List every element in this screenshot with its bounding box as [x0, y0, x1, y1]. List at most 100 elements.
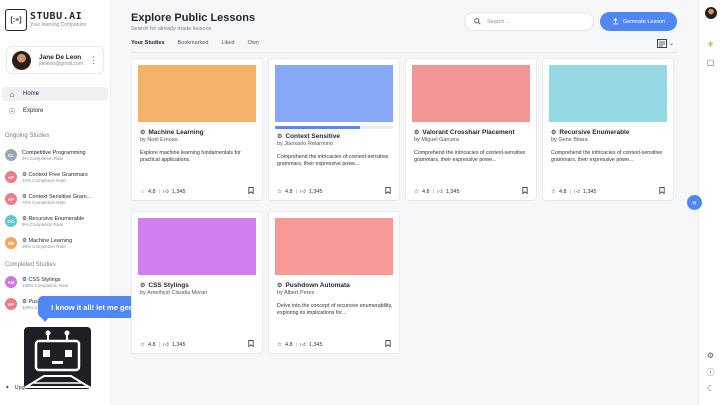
- chevron-down-icon: ⌄: [669, 41, 675, 47]
- lesson-card[interactable]: ⚙ Recursive Enumerable by Gene Bitara Compr…: [542, 58, 674, 201]
- lesson-card[interactable]: ⚙ Valorant Crosshair Placement by Miguel G…: [405, 58, 537, 201]
- lesson-card[interactable]: ⚙ Context Sensitive by Jianxario Relarmino…: [268, 58, 400, 201]
- certificate-icon[interactable]: ▢: [704, 56, 717, 69]
- generate-lesson-button[interactable]: Generate Lesson: [600, 12, 677, 31]
- thumbs-up-icon[interactable]: 👍︎: [437, 189, 443, 195]
- lesson-stats: ☆ 4.8 | 👍︎ 1,345: [277, 342, 323, 348]
- robot-assistant-icon[interactable]: [24, 327, 91, 389]
- gear-icon: ⚙: [277, 283, 283, 289]
- help-icon[interactable]: ⓘ: [704, 366, 717, 379]
- star-icon[interactable]: ☆: [277, 189, 282, 195]
- star-icon[interactable]: ☆: [140, 189, 145, 195]
- study-title: ⚙ Context Sensitive Gram...: [22, 193, 92, 200]
- lesson-author: by Noel Ernoas: [140, 137, 178, 143]
- star-icon[interactable]: ☆: [551, 189, 556, 195]
- nav-label-home: Home: [23, 91, 40, 97]
- more-options-icon[interactable]: ⋮: [89, 55, 98, 65]
- gear-icon: ⚙: [414, 130, 420, 136]
- lesson-rating: 4.8: [284, 342, 293, 348]
- lesson-title: Valorant Crosshair Placement: [422, 129, 515, 136]
- lesson-stats: ☆ 4.8 | 👍︎ 1,345: [277, 189, 323, 195]
- bookmark-icon[interactable]: [385, 340, 391, 349]
- tab-own[interactable]: Own: [248, 40, 259, 51]
- study-initials-badge: AP: [5, 193, 17, 205]
- study-title: ⚙ Context Free Grammars: [22, 171, 88, 178]
- lesson-cover: [138, 65, 256, 122]
- profile-mini-icon[interactable]: [704, 6, 717, 19]
- nav-item-home[interactable]: ⌂ Home: [2, 87, 108, 101]
- sparkle-icon: ✦: [5, 385, 10, 391]
- completed-study-item[interactable]: AM ⚙ CSS Stylings 100% Completion Rate: [5, 272, 109, 292]
- thumbs-up-icon[interactable]: 👍︎: [574, 189, 580, 195]
- stat-separator: |: [158, 189, 161, 195]
- lesson-title-row: ⚙ Context Sensitive: [277, 133, 340, 140]
- nav-item-explore[interactable]: ☉ Explore: [2, 104, 108, 118]
- settings-icon[interactable]: ⚙: [704, 349, 717, 362]
- gear-icon: ⚙: [140, 130, 146, 136]
- lesson-stats: ☆ 4.8 | 👍︎ 1,345: [551, 189, 597, 195]
- ongoing-study-item[interactable]: NE ⚙ Machine Learning 35% Completion Rate: [5, 233, 109, 253]
- stat-separator: |: [432, 189, 435, 195]
- study-initials-badge: NE: [5, 237, 17, 249]
- lesson-cover: [549, 65, 667, 122]
- bookmark-icon[interactable]: [522, 187, 528, 196]
- lesson-card[interactable]: ⚙ CSS Stylings by Amethyst Claudia Moran ☆ 4…: [131, 211, 263, 354]
- ongoing-study-item[interactable]: AP ⚙ Context Sensitive Gram... 70% Complet…: [5, 189, 109, 209]
- compass-icon: ☉: [8, 106, 16, 116]
- lesson-title-row: ⚙ Pushdown Automata: [277, 282, 350, 289]
- thumbs-up-icon[interactable]: 👍︎: [300, 342, 306, 348]
- stat-separator: |: [295, 189, 298, 195]
- list-view-icon: [657, 39, 667, 48]
- bookmark-icon[interactable]: [248, 187, 254, 196]
- bookmark-icon[interactable]: [248, 340, 254, 349]
- lesson-rating: 4.8: [147, 342, 156, 348]
- gear-icon: ⚙: [140, 283, 146, 289]
- thumbs-up-icon[interactable]: 👍︎: [163, 342, 169, 348]
- page-subtitle: Search for already made lessons: [131, 26, 212, 32]
- ongoing-study-item[interactable]: AP ⚙ Context Free Grammars 40% Completion …: [5, 167, 109, 187]
- stat-separator: |: [295, 342, 298, 348]
- thumbs-up-icon[interactable]: 👍︎: [163, 189, 169, 195]
- lesson-card[interactable]: ⚙ Machine Learning by Noel Ernoas Explore m…: [131, 58, 263, 201]
- lesson-author: by Amethyst Claudia Moran: [140, 290, 208, 296]
- lesson-rating: 4.8: [284, 189, 293, 195]
- study-completion-rate: 40% Completion Rate: [22, 177, 66, 183]
- study-title: ⚙ Recursive Enumerable: [22, 215, 85, 222]
- ongoing-study-item[interactable]: CL Competitive Programming 3% Completion R…: [5, 145, 109, 165]
- tab-bookmarked[interactable]: Bookmarked: [178, 40, 209, 51]
- collapse-panel-button[interactable]: «: [687, 195, 702, 210]
- tab-your-studies[interactable]: Your Studies: [131, 40, 165, 53]
- user-card[interactable]: Jane De Leon jdeleon@gmail.com ⋮: [6, 46, 104, 74]
- bookmark-icon[interactable]: [385, 187, 391, 196]
- user-email: jdeleon@gmail.com: [39, 60, 83, 67]
- lesson-rating: 4.8: [421, 189, 430, 195]
- thumbs-up-icon[interactable]: 👍︎: [300, 189, 306, 195]
- view-toggle[interactable]: ⌄: [657, 39, 674, 48]
- search-bar[interactable]: [464, 12, 594, 31]
- lesson-description: Comprehend the intricacies of context-se…: [551, 150, 663, 163]
- lesson-title-row: ⚙ Recursive Enumerable: [551, 129, 629, 136]
- lesson-description: Comprehend the intricacies of context-se…: [414, 150, 526, 163]
- app-tagline: Your learning Companion: [30, 21, 87, 28]
- lesson-title: Machine Learning: [148, 129, 204, 136]
- badge-icon[interactable]: ⚜: [704, 38, 717, 51]
- search-input[interactable]: [487, 18, 582, 25]
- lesson-card[interactable]: ⚙ Pushdown Automata by Albert Perez Delve i…: [268, 211, 400, 354]
- lesson-author: by Miguel Garcera: [414, 137, 459, 143]
- lesson-cover: [275, 65, 393, 122]
- gear-icon: ⚙: [551, 130, 557, 136]
- star-icon[interactable]: ☆: [414, 189, 419, 195]
- completed-studies-title: Completed Studies: [5, 262, 56, 268]
- dark-mode-icon[interactable]: ☾: [704, 382, 717, 395]
- ongoing-study-item[interactable]: OG ⚙ Recursive Enumerable 9% Completion Ra…: [5, 211, 109, 231]
- study-initials-badge: OG: [5, 215, 17, 227]
- lesson-cover: [275, 218, 393, 275]
- star-icon[interactable]: ☆: [277, 342, 282, 348]
- gear-icon: ⚙: [277, 134, 283, 140]
- bookmark-icon[interactable]: [659, 187, 665, 196]
- tab-liked[interactable]: Liked: [221, 40, 234, 51]
- nav-label-explore: Explore: [23, 108, 44, 114]
- star-icon[interactable]: ☆: [140, 342, 145, 348]
- lesson-rating: 4.8: [558, 189, 567, 195]
- app-logo[interactable]: [:≡] STUBU.AI Your learning Companion: [5, 9, 86, 31]
